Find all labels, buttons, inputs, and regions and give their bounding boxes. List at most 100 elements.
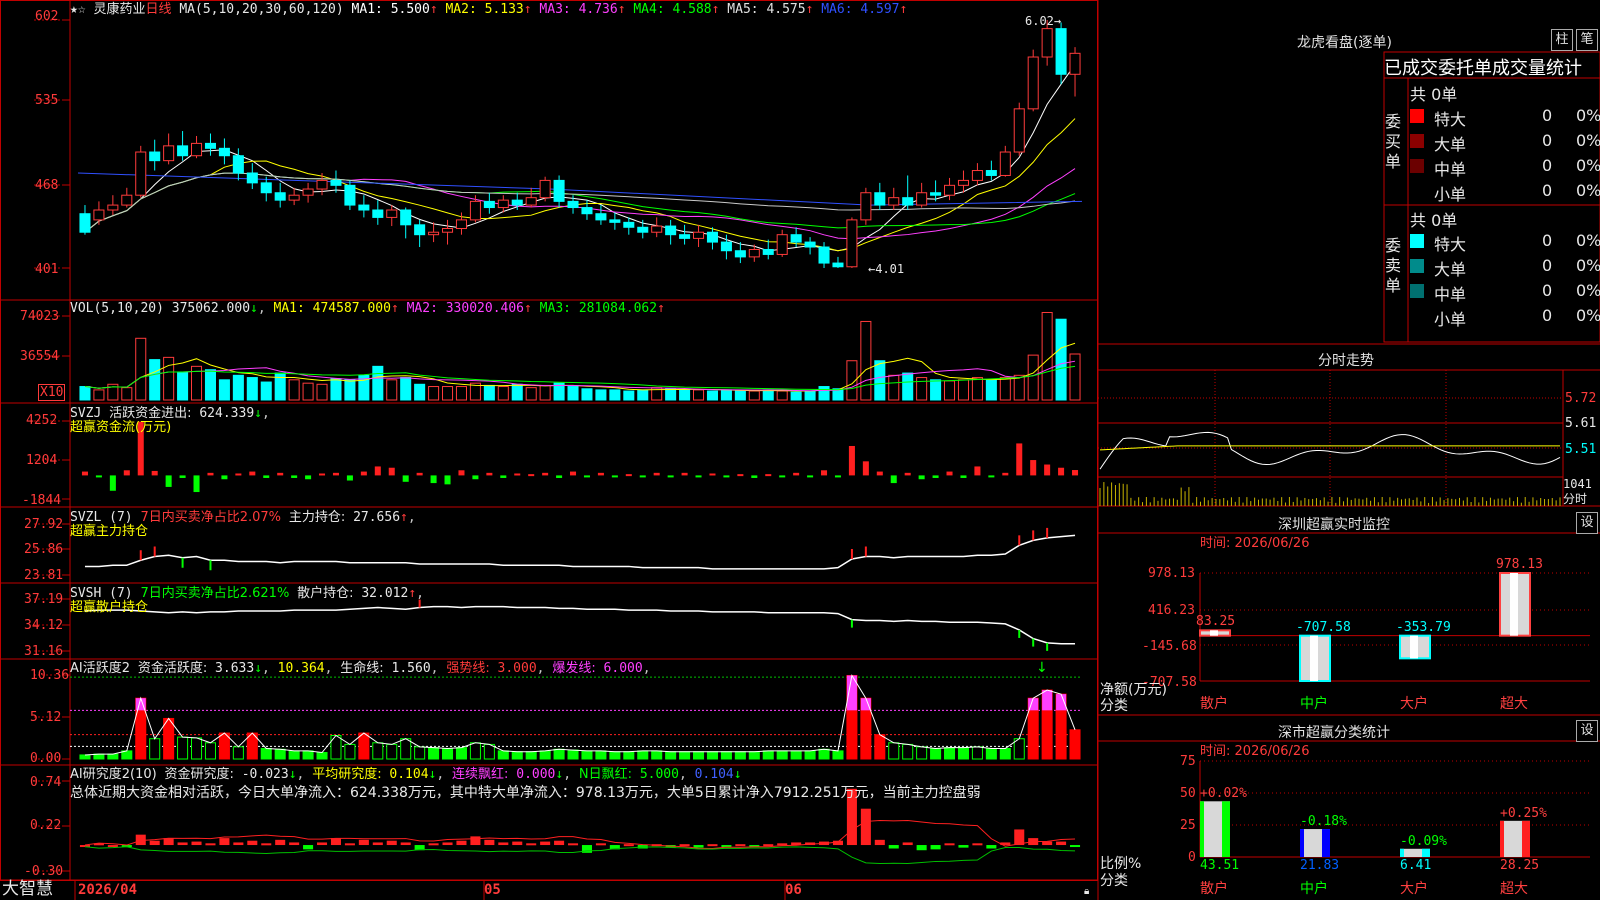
candle-body-38 [609, 219, 621, 223]
candle-body-28 [469, 200, 481, 221]
candle-body-10 [218, 147, 230, 157]
tab-orders[interactable]: 委托单 [1438, 58, 1492, 79]
candle-body-36 [581, 207, 593, 215]
ai-avg-arrow: ↓ [428, 767, 437, 782]
ai-active-bar-15 [288, 750, 300, 760]
buy-row-label-3: 中单 [1434, 160, 1467, 179]
volume-bar-24 [414, 383, 426, 401]
sz-classify-settings-button[interactable]: 设 [1576, 720, 1598, 742]
ai-research-bar-14 [275, 839, 286, 846]
svzj-bar-55 [848, 445, 855, 476]
candle-body-5 [149, 151, 161, 162]
pen-mode-button[interactable]: 笔 [1576, 29, 1598, 51]
svzj-bar-60 [918, 475, 925, 480]
tab-volume-stats[interactable]: 成交量统计 [1492, 58, 1582, 79]
svsh-header: SVSH (7) 7日内买卖净占比2.621% 散户持仓: 32.012↑, [70, 586, 424, 601]
svzj-bar-12 [249, 471, 256, 476]
ai-research-bar-28 [470, 836, 481, 846]
star-icon-2[interactable]: ☆ [78, 2, 86, 17]
ai-active-bar-22 [386, 743, 398, 760]
ai-active-bar-33 [539, 750, 551, 760]
bar-mode-button[interactable]: 柱 [1551, 29, 1573, 51]
ai-active-bar-58 [888, 742, 900, 760]
svzj-bar-54 [834, 475, 841, 478]
ma-arrow-6: ↑ [899, 2, 908, 17]
intraday-title: 分时走势 [1318, 353, 1374, 369]
candle-body-54 [832, 262, 844, 268]
sz-classify-cat-4: 超大 [1500, 881, 1528, 897]
ai-n-arrow: ↓ [733, 767, 742, 782]
sz-monitor-value-4: 978.13 [1496, 557, 1543, 572]
svzj-bar-51 [793, 472, 800, 476]
ai-research-bar-49 [763, 844, 774, 847]
svzj-bar-52 [807, 475, 814, 478]
star-icon[interactable]: ★ [70, 2, 78, 17]
vol-ma-value-3: 281084.062 [578, 301, 658, 316]
ma-value-3: 4.736 [578, 2, 618, 17]
stock-name[interactable]: 灵康药业 [93, 2, 145, 17]
svzj-bar-68 [1030, 460, 1037, 476]
volume-bar-58 [888, 374, 900, 401]
volume-bar-5 [149, 359, 161, 401]
sell-row-label-1: 特大 [1434, 235, 1467, 254]
candle-body-68 [1027, 56, 1039, 110]
svzj-bar-21 [374, 466, 381, 476]
ma-value-2: 5.133 [484, 2, 524, 17]
ai-research-bar-8 [191, 841, 202, 846]
ai-research-title: AI研究度2(10) [70, 767, 157, 782]
volume-bar-30 [497, 386, 509, 401]
volume-bar-69 [1041, 311, 1053, 401]
svsh-line [84, 605, 1076, 645]
volume-bar-36 [581, 388, 593, 401]
volume-bar-61 [930, 379, 942, 401]
candle-body-43 [679, 234, 691, 239]
svzj-bar-10 [221, 475, 228, 480]
sz-monitor-settings-button[interactable]: 设 [1576, 512, 1598, 534]
volume-bar-35 [567, 386, 579, 401]
sz-monitor-cat-4: 超大 [1500, 696, 1528, 712]
ma-arrow-2: ↑ [523, 2, 532, 17]
volume-bar-56 [860, 320, 872, 401]
ai-n-value2: 0.104 [694, 767, 734, 782]
ma-header: MA(5,10,20,30,60,120) [179, 2, 344, 17]
sell-row-label-2: 大单 [1434, 260, 1467, 279]
ai-active-bar-30 [497, 750, 509, 760]
svzj-bar-30 [500, 475, 507, 478]
vol-ma-label-2: MA2: [398, 301, 446, 316]
ai-research-bar-17 [317, 842, 328, 846]
ma-line-6 [77, 172, 1083, 206]
volume-bar-44 [693, 389, 705, 401]
candle-body-46 [720, 241, 732, 252]
candle-body-33 [539, 179, 551, 199]
svzl-axis-3: 23.81 [24, 568, 64, 583]
buy-row-pct-3: 0% [1576, 156, 1600, 175]
ai-research-bar-29 [484, 839, 495, 846]
sz-classify-time-value: 2026/06/26 [1234, 744, 1310, 759]
lock-icon[interactable]: 🔒︎ [1084, 884, 1089, 899]
svzj-bar-45 [709, 473, 716, 476]
candle-body-70 [1055, 28, 1067, 75]
svzl-arrow: ↑ [400, 510, 408, 525]
svzj-bar-16 [305, 475, 312, 480]
candle-body-27 [455, 219, 467, 230]
sell-row-pct-3: 0% [1576, 281, 1600, 300]
svzj-bar-14 [277, 472, 284, 476]
sz-monitor-bar-shine-1 [1210, 630, 1218, 636]
svzj-bar-61 [932, 475, 939, 478]
volume-bar-19 [344, 379, 356, 401]
vol-axis-2: 36554 [20, 349, 60, 364]
volume-bar-4 [135, 337, 147, 401]
ma-value-6: 4.597 [860, 2, 900, 17]
svzj-bar-28 [472, 475, 479, 480]
main-chart-canvas[interactable]: ↓ [0, 0, 1600, 900]
period-label[interactable]: 日线 [146, 2, 172, 17]
tab-traded[interactable]: 已成交 [1384, 58, 1438, 79]
ai-active-bar-23 [400, 738, 412, 760]
date-axis-05: 05 [484, 882, 501, 898]
vol-ma-value-2: 330020.406 [445, 301, 525, 316]
ai-active-bar-38 [609, 751, 621, 760]
svzj-bar-6 [165, 475, 172, 487]
ai-research-arrow: ↓ [288, 767, 297, 782]
ai-research-bar-67 [1014, 829, 1025, 846]
svzl-label1: 7日内买卖净占比2.07% [140, 510, 282, 525]
